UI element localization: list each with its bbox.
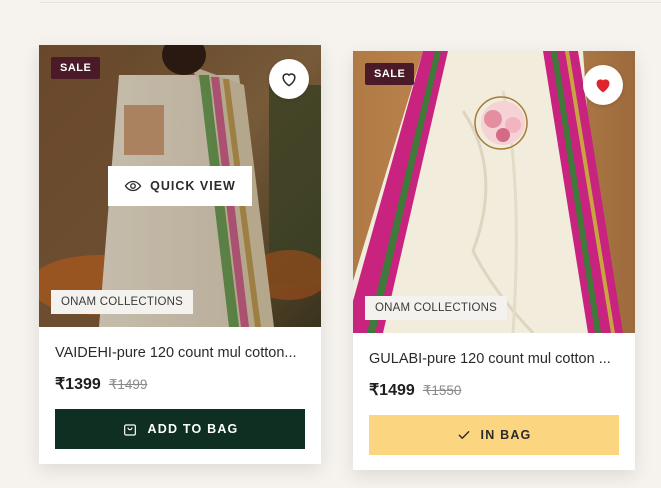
quick-view-label: QUICK VIEW <box>150 179 236 193</box>
sale-price: ₹1399 <box>55 376 101 393</box>
product-title[interactable]: GULABI-pure 120 count mul cotton ... <box>369 349 619 369</box>
original-price: ₹1550 <box>422 383 462 398</box>
product-card[interactable]: SALE QUICK VIEW ONAM COLLECTIONS VAIDEHI… <box>39 45 321 464</box>
check-icon <box>458 431 469 439</box>
shopping-bag-icon <box>123 424 136 436</box>
wishlist-button[interactable] <box>583 65 623 105</box>
sale-price: ₹1499 <box>369 382 415 399</box>
heart-outline-icon <box>282 73 296 87</box>
quick-view-button[interactable]: QUICK VIEW <box>108 166 252 206</box>
sale-badge: SALE <box>365 63 415 85</box>
collection-tag[interactable]: ONAM COLLECTIONS <box>365 296 508 320</box>
section-divider <box>40 2 661 3</box>
collection-tag[interactable]: ONAM COLLECTIONS <box>51 290 194 314</box>
sale-badge: SALE <box>51 57 101 79</box>
add-to-bag-label: ADD TO BAG <box>147 422 239 436</box>
in-bag-button[interactable]: IN BAG <box>369 415 619 455</box>
product-title[interactable]: VAIDEHI-pure 120 count mul cotton... <box>55 343 305 363</box>
product-image[interactable]: SALE ONAM COLLECTIONS <box>353 51 635 333</box>
add-to-bag-button[interactable]: ADD TO BAG <box>55 409 305 449</box>
product-card[interactable]: SALE ONAM COLLECTIONS GULABI-pure 120 co… <box>353 51 635 470</box>
wishlist-button[interactable] <box>269 59 309 99</box>
original-price: ₹1499 <box>108 377 148 392</box>
heart-filled-icon <box>596 79 610 93</box>
product-image[interactable]: SALE QUICK VIEW ONAM COLLECTIONS <box>39 45 321 327</box>
in-bag-label: IN BAG <box>480 428 532 442</box>
eye-icon <box>124 180 142 192</box>
